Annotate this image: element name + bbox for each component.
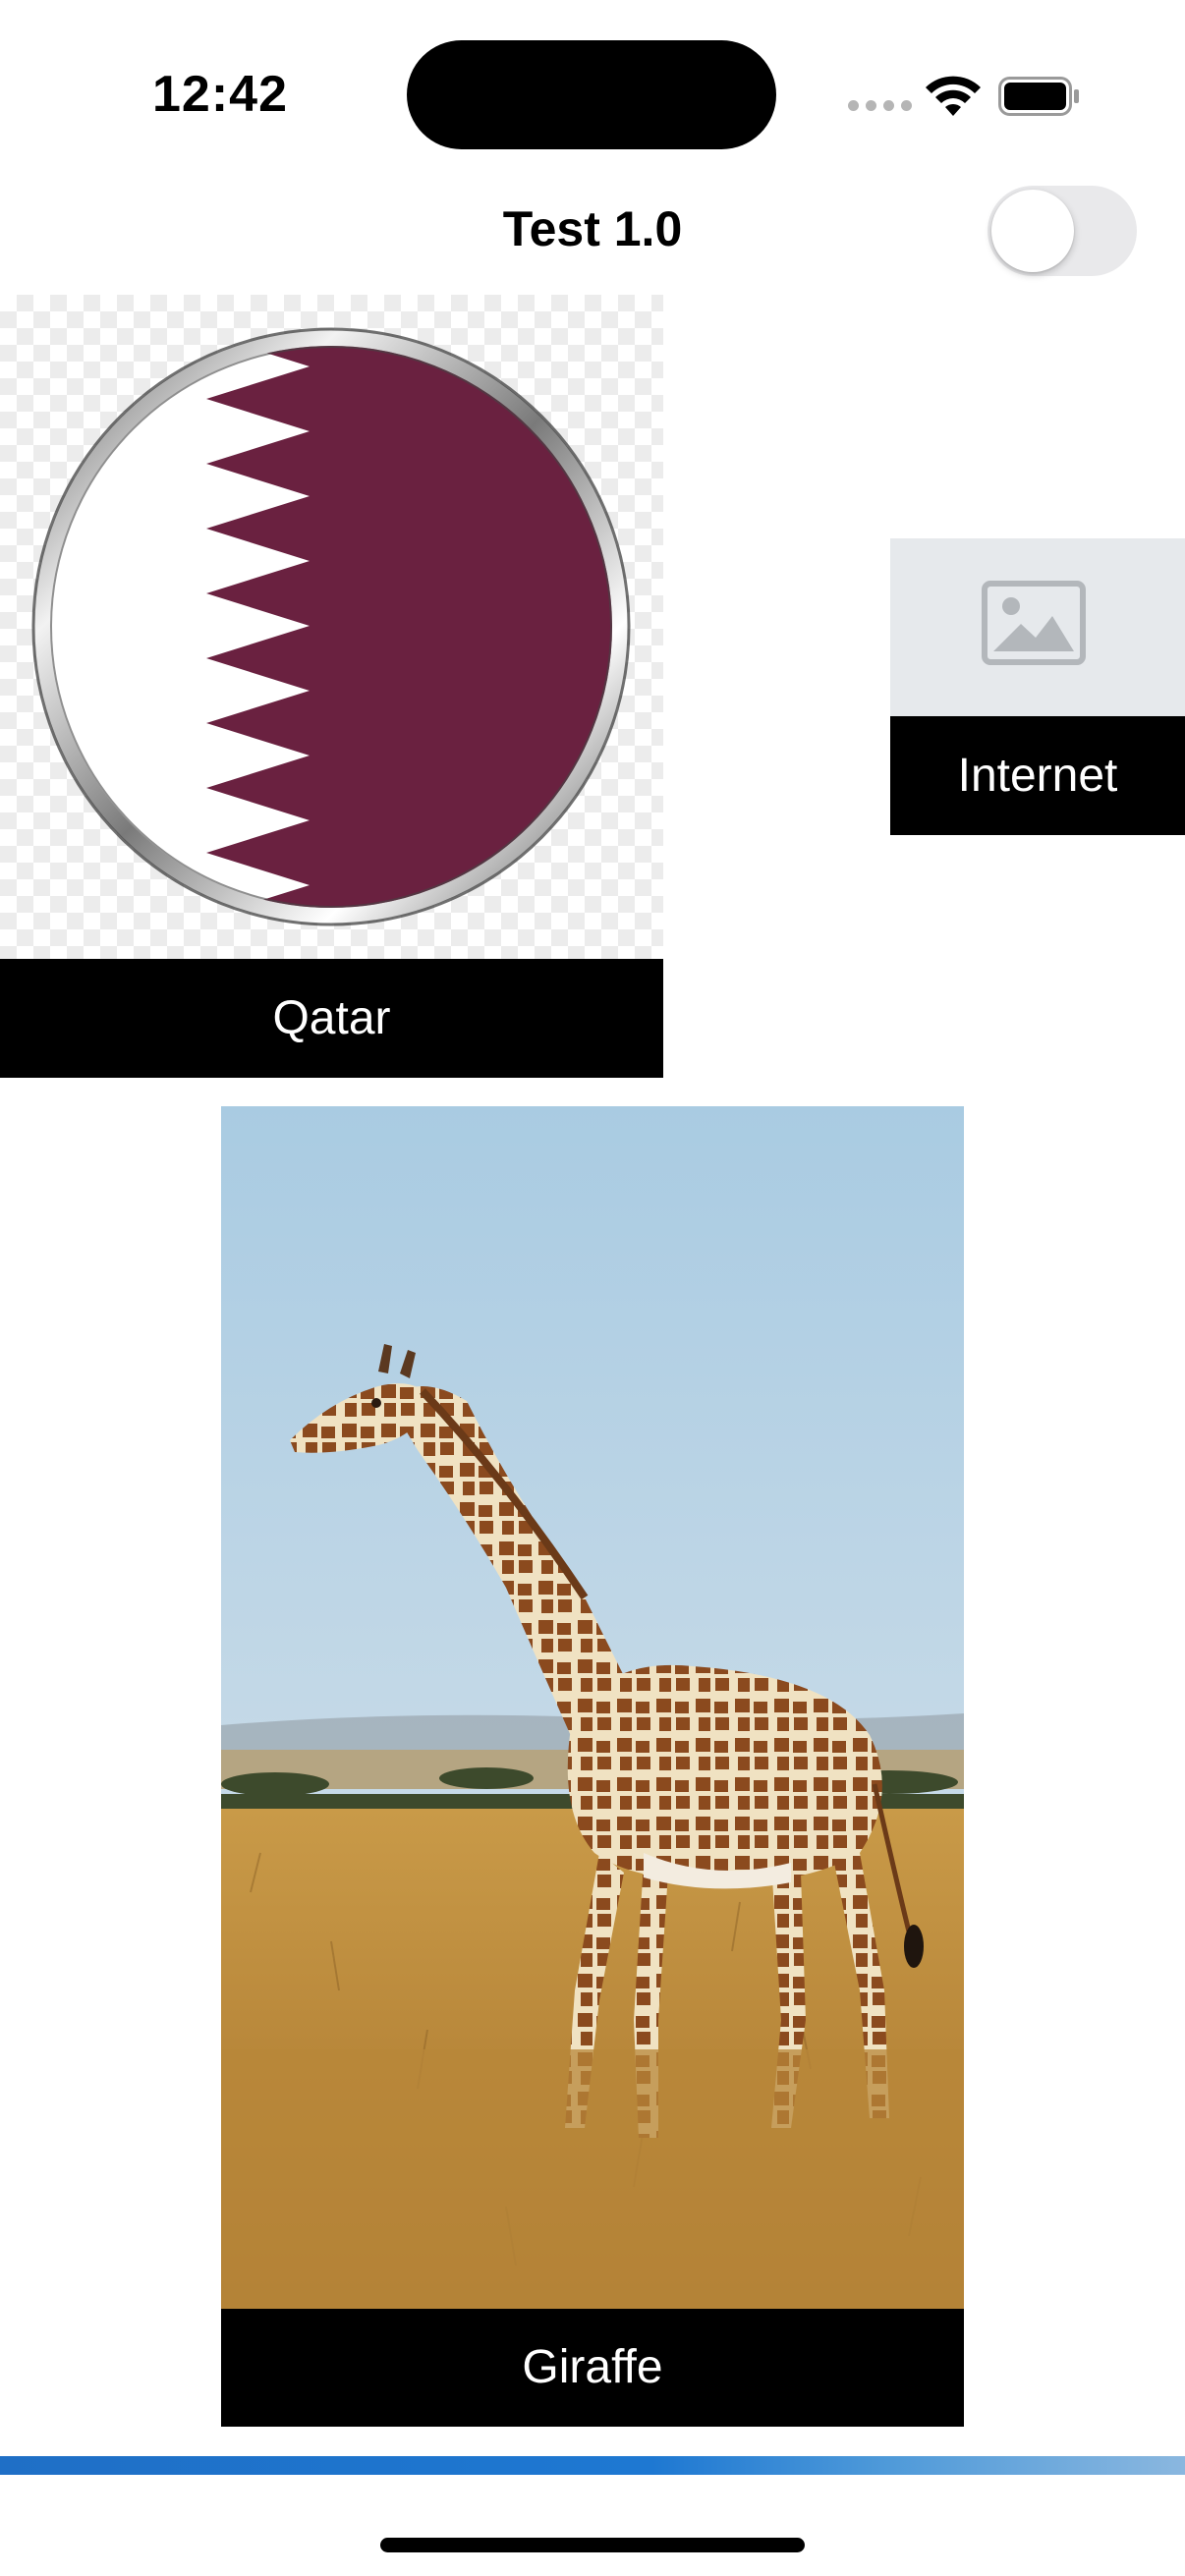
- giraffe-caption: Giraffe: [221, 2309, 964, 2427]
- internet-caption: Internet: [890, 716, 1185, 835]
- bottom-banner[interactable]: [0, 2456, 1185, 2475]
- qatar-flag-image[interactable]: [0, 295, 663, 959]
- giraffe-card[interactable]: Giraffe: [221, 1106, 964, 2427]
- giraffe-photo-svg: [221, 1106, 964, 2309]
- internet-card[interactable]: Internet: [890, 538, 1185, 835]
- home-indicator[interactable]: [380, 2538, 805, 2552]
- toggle-knob[interactable]: [991, 190, 1074, 272]
- image-placeholder-icon: [982, 581, 1086, 665]
- battery-icon: [998, 77, 1079, 116]
- internet-image-placeholder[interactable]: [890, 538, 1185, 716]
- toggle-switch[interactable]: [988, 186, 1137, 276]
- qatar-caption: Qatar: [0, 959, 663, 1078]
- giraffe-photo[interactable]: [221, 1106, 964, 2309]
- wifi-icon: [926, 76, 981, 116]
- signal-dots-icon: [848, 100, 912, 111]
- status-time: 12:42: [152, 66, 288, 123]
- qatar-flag-svg: [31, 327, 631, 926]
- dynamic-island: [407, 40, 776, 149]
- qatar-card[interactable]: Qatar: [0, 295, 663, 1078]
